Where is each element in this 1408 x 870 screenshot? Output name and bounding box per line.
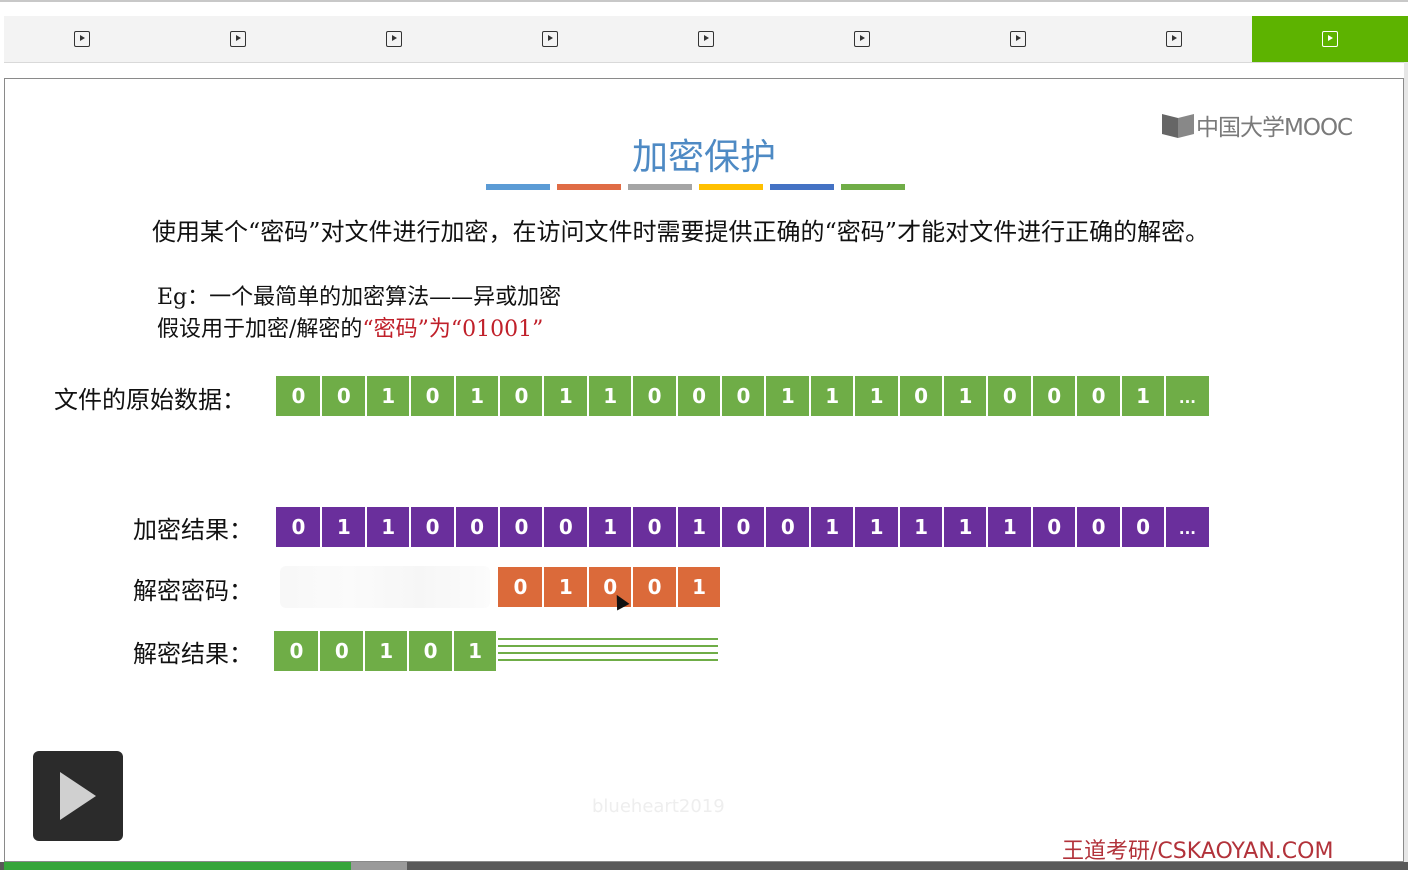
progress-buffered [350, 862, 407, 870]
slide-title: 加密保护 [631, 137, 776, 178]
title-color-bar [628, 184, 692, 190]
play-icon [60, 772, 96, 820]
original-data-label: 文件的原始数据： [54, 386, 246, 414]
brand-text: 王道考研/CSKAOYAN.COM [1062, 839, 1334, 864]
blurred-region [280, 566, 490, 608]
play-pause-button[interactable] [33, 751, 123, 841]
decrypted-bit: 1 [451, 631, 497, 671]
encrypted-bit: 0 [1075, 507, 1121, 547]
original-bit: 1 [453, 376, 499, 416]
slide-frame [4, 78, 1404, 862]
encrypted-bit: 1 [808, 507, 854, 547]
original-bit: 1 [853, 376, 899, 416]
play-icon [854, 31, 870, 47]
play-icon [74, 31, 90, 47]
original-bit: 1 [586, 376, 632, 416]
play-icon [230, 31, 246, 47]
key-bit: 1 [675, 567, 721, 607]
encrypted-result-label: 加密结果： [133, 516, 253, 544]
chapter-tab-6[interactable] [784, 16, 940, 62]
original-bit: 1 [542, 376, 588, 416]
play-icon [698, 31, 714, 47]
encrypted-bit: 1 [853, 507, 899, 547]
encrypted-bit: 0 [498, 507, 543, 547]
encrypted-bit: 0 [764, 507, 810, 547]
original-bit: 0 [1075, 376, 1121, 416]
example-block: Eg：一个最简单的加密算法——异或加密 假设用于加密/解密的“密码”为“0100… [157, 282, 561, 346]
decrypted-bit: 1 [362, 631, 408, 671]
encrypted-bit: ... [1164, 507, 1209, 547]
encrypted-bit: 0 [276, 507, 321, 547]
chapter-tab-1[interactable] [4, 16, 160, 62]
original-bit: 0 [631, 376, 677, 416]
chapter-tab-5[interactable] [628, 16, 784, 62]
progress-played [4, 862, 351, 870]
original-bit: 0 [276, 376, 321, 416]
decryption-key-label: 解密密码： [133, 577, 253, 605]
chapter-tab-strip [4, 16, 1408, 63]
encrypted-bit: 1 [586, 507, 632, 547]
title-color-bar [841, 184, 905, 190]
encrypted-bit: 0 [720, 507, 765, 547]
encrypted-bit: 0 [542, 507, 588, 547]
chapter-tab-8[interactable] [1096, 16, 1252, 62]
example-key-highlight: “密码”为“01001” [362, 317, 544, 342]
decrypted-bit: 0 [274, 631, 319, 671]
description-text: 使用某个“密码”对文件进行加密，在访问文件时需要提供正确的“密码”才能对文件进行… [152, 218, 1210, 246]
example-line-1: Eg：一个最简单的加密算法——异或加密 [157, 285, 562, 310]
example-line-2: 假设用于加密/解密的“密码”为“01001” [157, 314, 561, 346]
chapter-tab-7[interactable] [940, 16, 1096, 62]
watermark: blueheart2019 [592, 796, 725, 817]
title-color-bar [770, 184, 834, 190]
original-bit: 0 [320, 376, 366, 416]
decrypted-bit: 0 [407, 631, 453, 671]
title-color-bar [486, 184, 550, 190]
decryption-progress-lines [498, 636, 718, 662]
original-bit: 1 [764, 376, 810, 416]
original-bit: 1 [364, 376, 410, 416]
top-border [0, 0, 1408, 2]
encrypted-bit: 0 [1119, 507, 1165, 547]
encrypted-bit: 1 [320, 507, 366, 547]
encrypted-bit: 1 [364, 507, 410, 547]
encrypted-bit: 0 [409, 507, 455, 547]
encrypted-bit: 1 [986, 507, 1032, 547]
original-bit: ... [1164, 376, 1209, 416]
scroll-edge [1404, 62, 1408, 862]
encrypted-bit: 0 [631, 507, 677, 547]
original-bit: 0 [409, 376, 455, 416]
encrypted-bit: 1 [675, 507, 721, 547]
original-bit: 0 [720, 376, 765, 416]
original-bit: 0 [675, 376, 721, 416]
encrypted-bit: 1 [897, 507, 943, 547]
title-color-bar [699, 184, 763, 190]
encrypted-bit: 0 [1030, 507, 1076, 547]
video-progress-bar[interactable] [0, 862, 1408, 870]
original-bit: 0 [1030, 376, 1076, 416]
original-bit: 1 [1119, 376, 1165, 416]
original-bit: 1 [942, 376, 987, 416]
chapter-tab-4[interactable] [472, 16, 628, 62]
title-color-bar [557, 184, 621, 190]
play-icon [542, 31, 558, 47]
original-bit: 1 [808, 376, 854, 416]
chapter-tab-2[interactable] [160, 16, 316, 62]
key-bit: 0 [631, 567, 677, 607]
original-bit: 0 [498, 376, 543, 416]
original-bit: 0 [986, 376, 1032, 416]
example-line-2-prefix: 假设用于加密/解密的 [157, 317, 363, 342]
chapter-tab-9[interactable] [1252, 16, 1408, 62]
decrypted-result-label: 解密结果： [133, 640, 253, 668]
play-icon [1010, 31, 1026, 47]
play-icon [1322, 31, 1338, 47]
original-bit: 0 [897, 376, 943, 416]
key-bit: 0 [498, 567, 543, 607]
play-icon [1166, 31, 1182, 47]
decrypted-bit: 0 [318, 631, 364, 671]
chapter-tab-3[interactable] [316, 16, 472, 62]
encrypted-bit: 1 [942, 507, 987, 547]
encrypted-bit: 0 [453, 507, 499, 547]
play-icon [386, 31, 402, 47]
key-bit: 1 [542, 567, 588, 607]
